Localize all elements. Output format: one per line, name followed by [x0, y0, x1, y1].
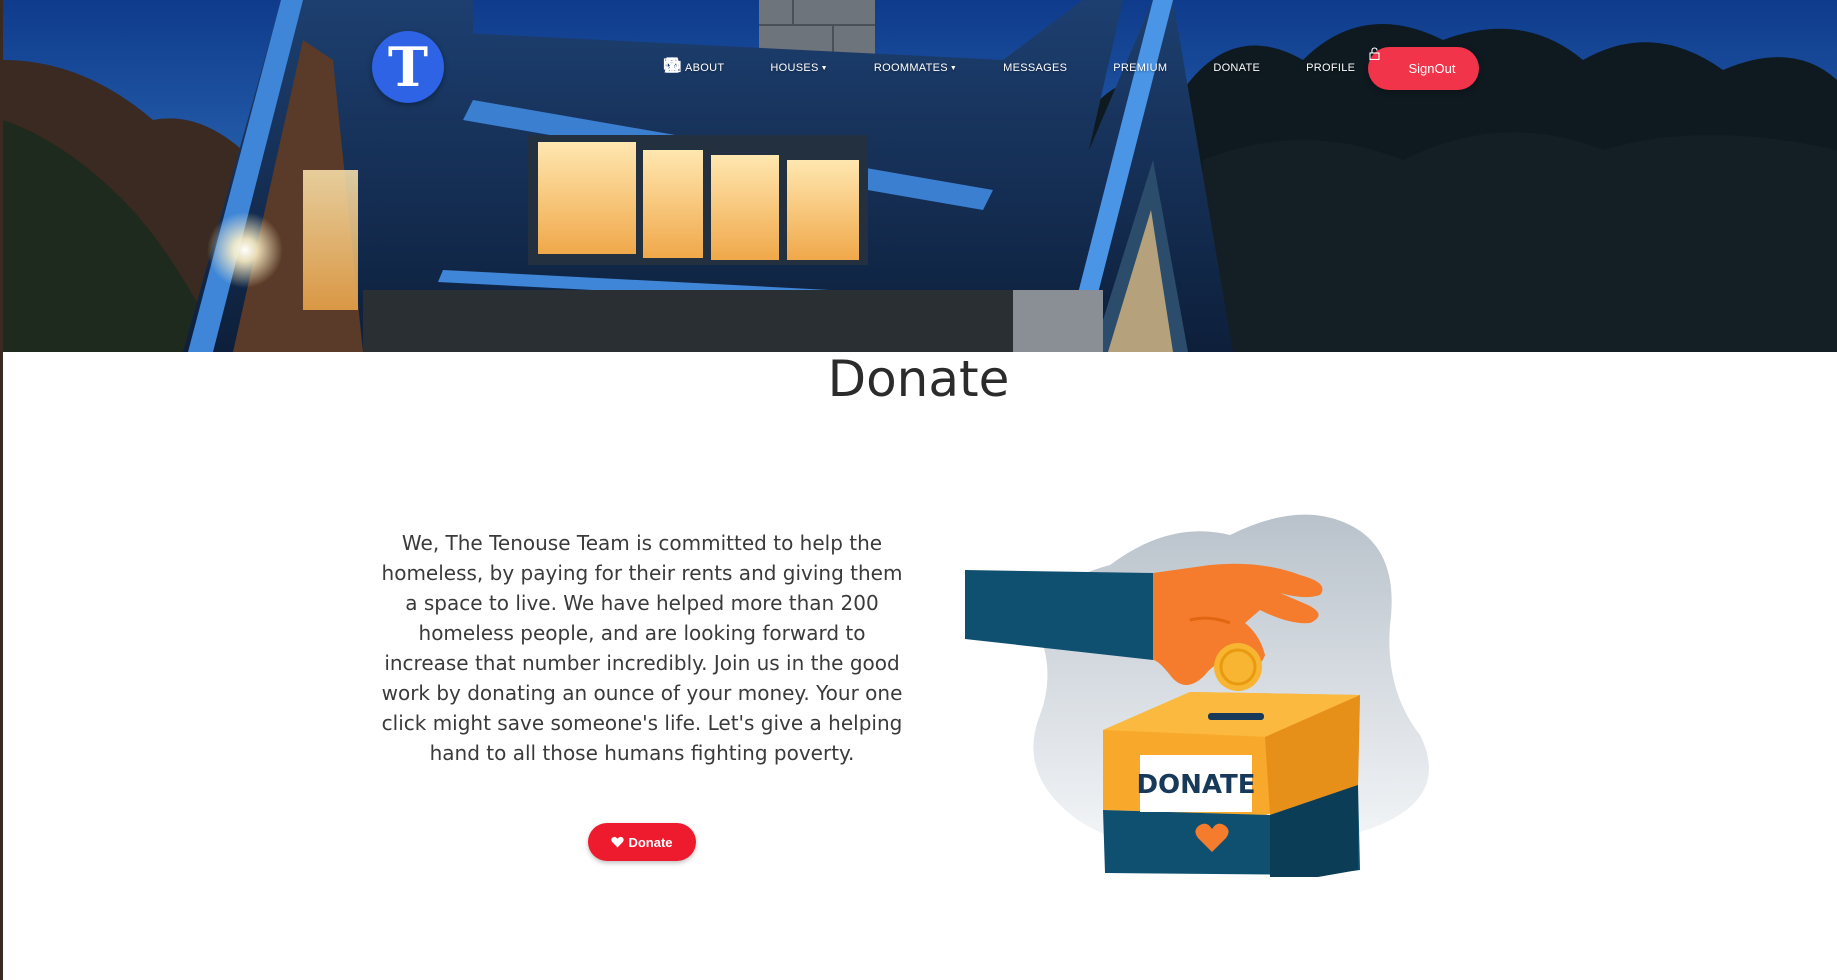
chat-icon: [664, 57, 999, 77]
nav-label: DONATE: [1213, 62, 1261, 74]
donate-button-label: Donate: [628, 834, 673, 850]
donation-box: DONATE: [1103, 692, 1360, 877]
nav-label: MESSAGES: [1003, 62, 1068, 74]
hero-banner: T ABOUT HOUSES ▼ ROOMMATES ▼ MESSAGES PR…: [3, 0, 1837, 352]
bookmark-icon: [666, 57, 1109, 77]
chevron-down-icon: ▼: [820, 64, 828, 72]
sleeve-shape: [965, 570, 1153, 660]
donate-icon: [663, 58, 1209, 77]
user-icon: [665, 58, 1302, 77]
nav-label: ABOUT: [685, 62, 725, 74]
heart-icon: [611, 836, 625, 848]
donate-intro-text: We, The Tenouse Team is committed to hel…: [381, 531, 903, 765]
nav-label: ROOMMATES: [873, 62, 948, 74]
nav-item-roommates[interactable]: ROOMMATES ▼: [664, 57, 958, 77]
box-label: DONATE: [1136, 770, 1255, 800]
window-edge: [0, 0, 3, 980]
hero-house-photo: [3, 0, 1837, 352]
house-icon: [665, 57, 766, 77]
nav-item-premium[interactable]: PREMIUM: [666, 57, 1168, 77]
nav-label: HOUSES: [770, 62, 819, 74]
chevron-down-icon: ▼: [949, 64, 958, 72]
nav-label: PREMIUM: [1113, 62, 1168, 74]
nav-item-houses[interactable]: HOUSES ▼: [665, 57, 828, 77]
main-nav: ABOUT HOUSES ▼ ROOMMATES ▼ MESSAGES PREM…: [663, 56, 1379, 80]
page-title: Donate: [827, 350, 1010, 408]
donation-box-illustration: DONATE: [965, 514, 1429, 877]
signout-label: SignOut: [1408, 61, 1456, 76]
donate-button[interactable]: Donate: [588, 823, 696, 861]
user-circle-icon: [664, 57, 870, 77]
page: T ABOUT HOUSES ▼ ROOMMATES ▼ MESSAGES PR…: [0, 0, 1837, 980]
nav-item-profile[interactable]: PROFILE: [665, 58, 1356, 77]
nav-item-messages[interactable]: MESSAGES: [664, 57, 1068, 77]
nav-label: PROFILE: [1306, 62, 1356, 74]
nav-item-donate[interactable]: DONATE: [663, 58, 1261, 77]
signout-button[interactable]: SignOut: [1368, 47, 1479, 90]
lock-icon: [1369, 47, 1405, 75]
coin-icon: [1214, 643, 1262, 691]
brand-logo[interactable]: T: [372, 31, 444, 103]
